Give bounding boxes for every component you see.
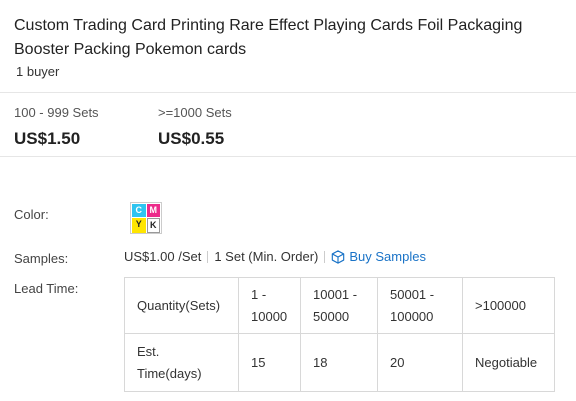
- table-cell: 15: [238, 333, 301, 392]
- divider-bottom: [0, 156, 576, 157]
- swatch-m: M: [146, 204, 160, 217]
- table-row: Est. Time(days) 15 18 20 Negotiable: [124, 333, 555, 392]
- price-tier-1: 100 - 999 Sets US$1.50: [14, 104, 99, 150]
- swatch-y: Y: [132, 218, 146, 233]
- table-cell: Negotiable: [462, 333, 555, 392]
- price-tier-range: >=1000 Sets: [158, 105, 232, 120]
- table-cell: 18: [300, 333, 378, 392]
- color-swatch-cmyk[interactable]: C M Y K: [130, 202, 162, 234]
- table-cell: >100000: [462, 277, 555, 334]
- table-cell: 20: [377, 333, 463, 392]
- samples-label: Samples:: [14, 251, 69, 266]
- table-row: Quantity(Sets) 1 - 10000 10001 - 50000 5…: [124, 277, 555, 334]
- buy-samples-label: Buy Samples: [349, 249, 426, 264]
- separator: [207, 250, 209, 263]
- samples-row: US$1.00 /Set 1 Set (Min. Order) Buy Samp…: [124, 249, 426, 264]
- product-title: Custom Trading Card Printing Rare Effect…: [14, 17, 523, 58]
- table-cell: 10001 - 50000: [300, 277, 378, 334]
- sample-min-order: 1 Set (Min. Order): [214, 249, 319, 264]
- cube-icon: [332, 249, 345, 264]
- lead-time-label: Lead Time:: [14, 281, 79, 296]
- lead-time-table: Quantity(Sets) 1 - 10000 10001 - 50000 5…: [124, 277, 555, 392]
- swatch-c: C: [132, 204, 146, 217]
- swatch-k: K: [146, 218, 160, 233]
- table-header-time: Est. Time(days): [124, 333, 239, 392]
- separator: [324, 250, 326, 263]
- color-label: Color:: [14, 207, 49, 222]
- table-cell: 50001 - 100000: [377, 277, 463, 334]
- price-tier-2: >=1000 Sets US$0.55: [158, 104, 232, 150]
- price-tier-price: US$1.50: [14, 129, 81, 148]
- divider-top: [0, 92, 576, 93]
- price-tier-price: US$0.55: [158, 129, 225, 148]
- sample-price: US$1.00 /Set: [124, 249, 202, 264]
- price-tier-range: 100 - 999 Sets: [14, 105, 99, 120]
- table-header-quantity: Quantity(Sets): [124, 277, 239, 334]
- buy-samples-link[interactable]: Buy Samples: [331, 249, 426, 264]
- table-cell: 1 - 10000: [238, 277, 301, 334]
- buyer-count: 1 buyer: [16, 64, 60, 79]
